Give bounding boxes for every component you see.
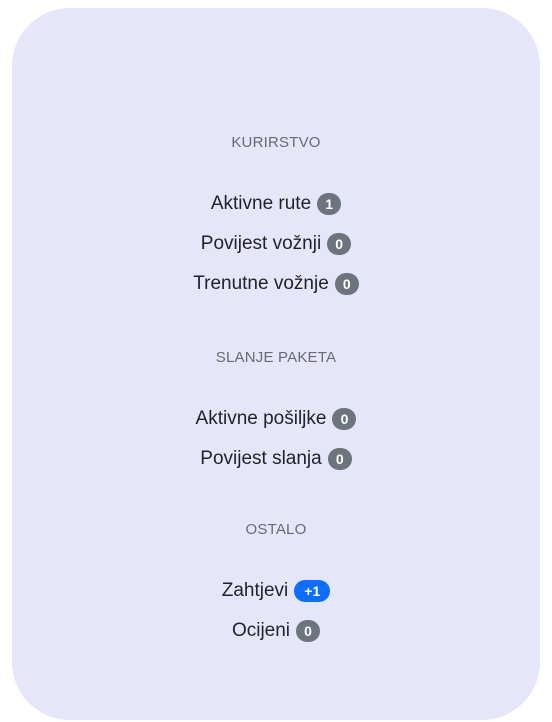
- count-badge: 0: [334, 273, 359, 295]
- menu-item-aktivne-rute[interactable]: Aktivne rute 1: [12, 193, 540, 215]
- menu-item-label: Povijest slanja: [200, 448, 322, 469]
- count-badge: 0: [332, 408, 357, 430]
- menu-item-trenutne-voznje[interactable]: Trenutne vožnje 0: [12, 273, 540, 295]
- count-badge: +1: [294, 580, 331, 602]
- section-title-slanje-paketa: SLANJE PAKETA: [215, 349, 337, 366]
- section-title-ostalo: OSTALO: [245, 521, 307, 538]
- count-badge: 0: [296, 620, 321, 642]
- menu-item-povijest-voznji[interactable]: Povijest vožnji 0: [12, 233, 540, 255]
- menu-item-label: Povijest vožnji: [200, 233, 322, 254]
- menu-item-label: Ocijeni: [231, 620, 291, 641]
- section-title-kurirstvo: KURIRSTVO: [231, 134, 321, 151]
- menu-item-label: Trenutne vožnje: [193, 273, 329, 294]
- count-badge: 1: [317, 193, 342, 215]
- menu-item-aktivne-posiljke[interactable]: Aktivne pošiljke 0: [12, 408, 540, 430]
- menu-item-label: Aktivne pošiljke: [195, 408, 327, 429]
- menu-item-ocijeni[interactable]: Ocijeni 0: [12, 620, 540, 642]
- menu-item-zahtjevi[interactable]: Zahtjevi +1: [12, 580, 540, 602]
- sidebar-menu-panel: KURIRSTVO Aktivne rute 1 Povijest vožnji…: [12, 8, 540, 720]
- menu-item-povijest-slanja[interactable]: Povijest slanja 0: [12, 448, 540, 470]
- count-badge: 0: [327, 448, 352, 470]
- menu-item-label: Aktivne rute: [210, 193, 312, 214]
- count-badge: 0: [327, 233, 352, 255]
- menu-item-label: Zahtjevi: [221, 580, 289, 601]
